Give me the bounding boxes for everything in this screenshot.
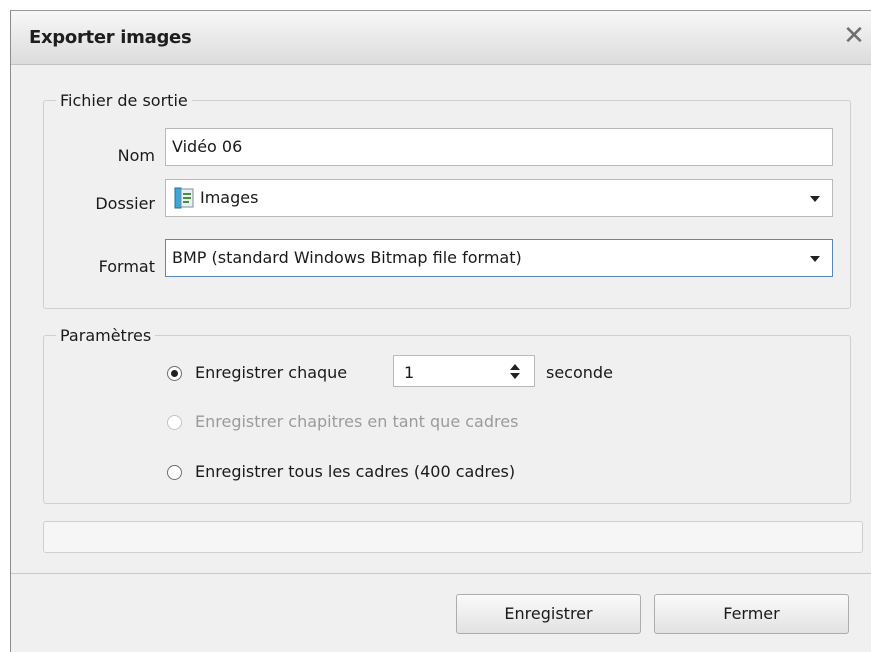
format-select[interactable]: BMP (standard Windows Bitmap file format… xyxy=(165,239,833,277)
chevron-down-icon xyxy=(810,196,820,202)
export-images-dialog: Exporter images ✕ Fichier de sortie Nom … xyxy=(10,10,871,652)
name-label: Nom xyxy=(117,146,155,165)
name-input[interactable]: Vidéo 06 xyxy=(165,128,833,166)
title-bar[interactable]: Exporter images ✕ xyxy=(11,11,871,65)
save-all-radio[interactable] xyxy=(167,465,182,480)
interval-stepper[interactable]: 1 xyxy=(393,355,535,387)
output-file-legend: Fichier de sortie xyxy=(60,91,188,110)
stepper-down-icon[interactable] xyxy=(510,373,520,379)
close-icon[interactable]: ✕ xyxy=(840,19,868,53)
footer-divider xyxy=(11,573,871,574)
folder-select[interactable]: Images xyxy=(165,179,833,217)
save-every-label: Enregistrer chaque xyxy=(195,363,348,382)
interval-value: 1 xyxy=(404,363,415,382)
stepper-up-icon[interactable] xyxy=(510,364,520,370)
close-button[interactable]: Fermer xyxy=(654,594,849,634)
format-select-value: BMP (standard Windows Bitmap file format… xyxy=(172,248,522,267)
dialog-title: Exporter images xyxy=(29,27,192,48)
folder-label: Dossier xyxy=(95,194,155,213)
save-chapters-radio xyxy=(167,415,182,430)
save-chapters-label: Enregistrer chapitres en tant que cadres xyxy=(195,412,519,431)
progress-bar xyxy=(43,521,863,553)
save-every-radio[interactable] xyxy=(167,366,182,381)
chevron-down-icon xyxy=(810,256,820,262)
folder-icon xyxy=(174,187,194,209)
parameters-legend: Paramètres xyxy=(60,326,152,345)
name-input-value: Vidéo 06 xyxy=(172,137,243,156)
save-button[interactable]: Enregistrer xyxy=(456,594,641,634)
format-label: Format xyxy=(98,257,155,276)
save-all-label: Enregistrer tous les cadres (400 cadres) xyxy=(195,462,516,481)
folder-select-value: Images xyxy=(200,188,259,207)
interval-unit-label: seconde xyxy=(546,363,613,382)
